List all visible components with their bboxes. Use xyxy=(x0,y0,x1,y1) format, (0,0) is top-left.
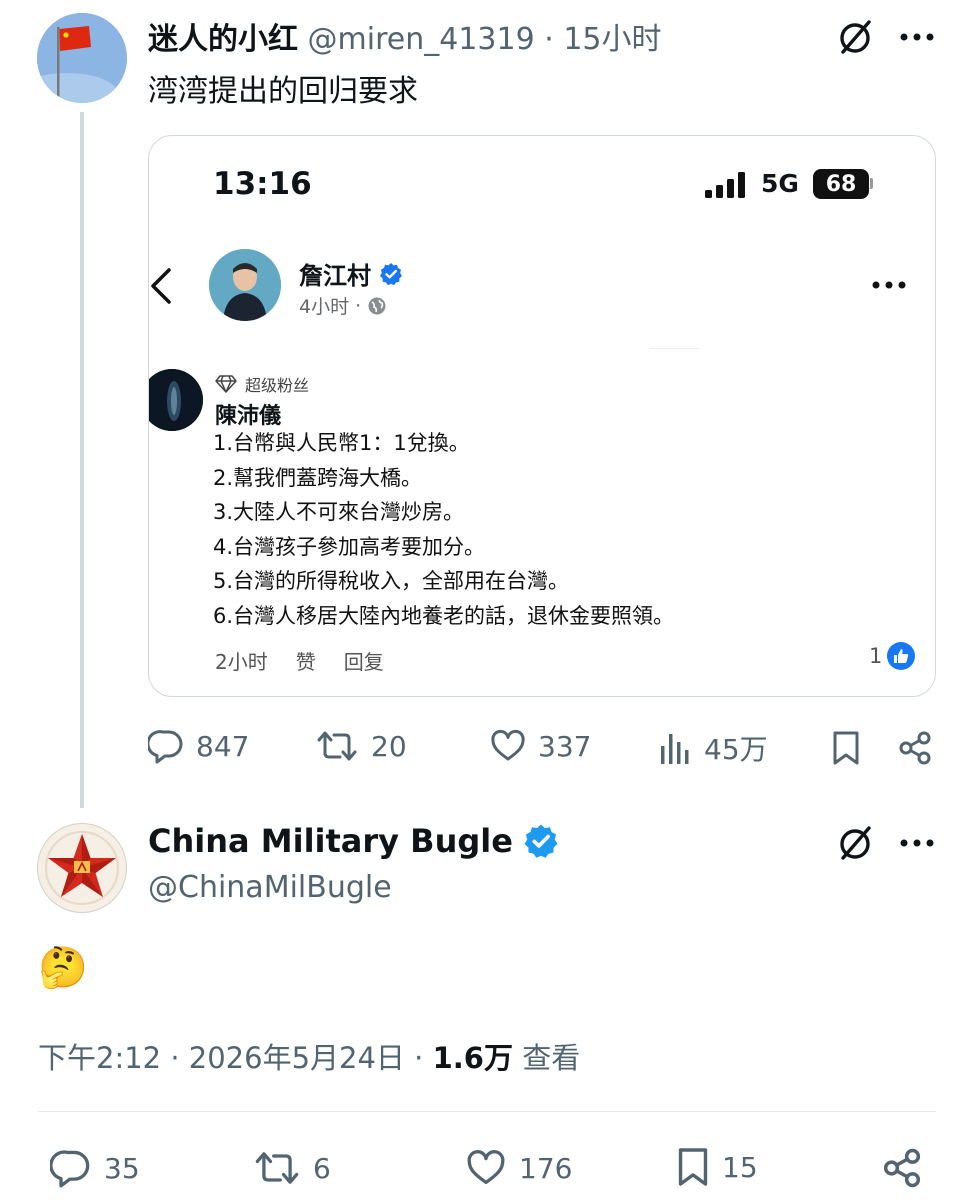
super-fan-badge: 超级粉丝 xyxy=(215,372,309,396)
comment-line: 2.幫我們蓋跨海大橋。 xyxy=(213,465,423,490)
thumbs-up-icon xyxy=(887,642,916,670)
battery-indicator: 68 xyxy=(813,169,869,199)
grok-icon[interactable] xyxy=(833,16,879,58)
poster-avatar xyxy=(209,249,281,321)
poster-name: 詹江村 xyxy=(299,262,371,290)
bookmark-button[interactable] xyxy=(826,728,866,768)
divider xyxy=(38,1111,936,1112)
reply-button[interactable]: 847 xyxy=(148,728,249,764)
attached-image[interactable]: 13:16 5G 68 詹江村 4小时 · 超级粉丝 陳沛儀 1.台幣與人民幣1… xyxy=(148,135,936,697)
share-button[interactable] xyxy=(895,728,935,768)
tweet-header: 迷人的小红 @miren_41319 · 15小时 xyxy=(148,14,662,58)
verified-badge-icon xyxy=(380,262,402,285)
bookmark-count: 15 xyxy=(722,1150,758,1184)
reply-icon xyxy=(148,730,183,764)
badge-label: 超级粉丝 xyxy=(245,376,310,395)
avatar[interactable] xyxy=(37,823,127,913)
poster-name-row: 詹江村 xyxy=(299,256,403,291)
retweet-count: 20 xyxy=(371,729,407,763)
more-options-icon[interactable] xyxy=(895,826,939,860)
faint-divider xyxy=(649,348,699,349)
commenter-avatar xyxy=(149,369,203,431)
red-star-avatar-image xyxy=(39,825,125,911)
reply-button[interactable]: 35 xyxy=(50,1148,140,1188)
heart-icon xyxy=(467,1150,505,1185)
comment-line: 1.台幣與人民幣1：1兌換。 xyxy=(213,431,470,455)
poster-time-sep: · xyxy=(355,294,362,317)
bookmark-icon xyxy=(833,731,859,765)
tweet-text: 湾湾提出的回归要求 xyxy=(148,74,418,109)
like-count: 337 xyxy=(538,729,592,763)
comment-body: 1.台幣與人民幣1：1兌換。 2.幫我們蓋跨海大橋。 3.大陸人不可來台灣炒房。… xyxy=(213,426,674,633)
diamond-icon xyxy=(215,375,237,393)
views-chart-icon xyxy=(661,734,689,764)
view-count: 45万 xyxy=(704,733,768,766)
battery-tip xyxy=(870,178,873,189)
comment-actions: 2小时 赞 回复 xyxy=(215,646,384,675)
network-type: 5G xyxy=(761,169,799,198)
like-button[interactable]: 176 xyxy=(465,1148,572,1188)
retweet-button[interactable]: 20 xyxy=(315,728,407,764)
more-options-icon[interactable] xyxy=(895,20,939,54)
reply-count: 847 xyxy=(196,729,250,763)
user-handle[interactable]: @miren_41319 xyxy=(308,22,535,57)
tweet-header: China Military Bugle xyxy=(148,822,559,860)
signal-icon xyxy=(705,172,745,198)
retweet-count: 6 xyxy=(313,1151,331,1185)
heart-icon xyxy=(491,729,525,761)
comment-like-action: 赞 xyxy=(295,650,316,674)
thread-connector-line xyxy=(80,112,84,808)
grok-icon[interactable] xyxy=(833,822,879,864)
like-count: 176 xyxy=(519,1151,573,1185)
bookmark-icon xyxy=(678,1148,708,1186)
share-button[interactable] xyxy=(880,1146,924,1190)
share-icon xyxy=(883,1148,921,1188)
status-time: 13:16 xyxy=(213,166,312,202)
comment-line: 4.台灣孩子參加高考要加分。 xyxy=(213,534,486,559)
separator-dot: · xyxy=(544,22,554,57)
comment-reply-action: 回复 xyxy=(343,650,384,674)
bookmark-button[interactable]: 15 xyxy=(676,1146,758,1188)
like-button[interactable]: 337 xyxy=(490,728,591,764)
comment-line: 5.台灣的所得稅收入，全部用在台灣。 xyxy=(213,569,570,593)
display-name[interactable]: 迷人的小红 xyxy=(148,22,298,57)
timestamp[interactable]: 15小时 xyxy=(563,22,661,57)
avatar[interactable] xyxy=(37,13,127,103)
tweet-meta: 下午2:12 · 2026年5月24日 · 1.6万 查看 xyxy=(38,1035,580,1077)
poster-more-icon xyxy=(872,281,906,289)
share-icon xyxy=(899,731,931,765)
reply-count: 35 xyxy=(104,1151,140,1185)
comment-time: 2小时 xyxy=(215,650,268,674)
verified-badge-icon xyxy=(524,824,558,858)
poster-meta: 4小时 · xyxy=(299,292,387,319)
comment-line: 3.大陸人不可來台灣炒房。 xyxy=(213,500,465,524)
view-count: 1.6万 xyxy=(432,1041,513,1075)
like-count: 1 xyxy=(869,644,883,668)
comment-line: 6.台灣人移居大陸內地養老的話，退休金要照領。 xyxy=(213,603,675,628)
user-handle[interactable]: @ChinaMilBugle xyxy=(148,870,392,905)
views-button[interactable]: 45万 xyxy=(658,728,768,768)
reply-icon xyxy=(50,1150,90,1188)
back-chevron-icon xyxy=(151,268,171,304)
views-label: 查看 xyxy=(522,1041,581,1075)
globe-icon xyxy=(368,297,386,314)
battery-level: 68 xyxy=(825,171,857,197)
tweet-text-emoji: 🤔 xyxy=(38,945,88,991)
retweet-icon xyxy=(255,1152,299,1184)
retweet-button[interactable]: 6 xyxy=(253,1148,331,1188)
display-name[interactable]: China Military Bugle xyxy=(148,822,513,860)
retweet-icon xyxy=(317,731,357,761)
flag-avatar-image xyxy=(37,13,127,103)
comment-like-count: 1 xyxy=(869,641,916,671)
tweet-timestamp[interactable]: 下午2:12 · 2026年5月24日 · xyxy=(38,1041,423,1075)
poster-time: 4小时 xyxy=(299,296,350,318)
